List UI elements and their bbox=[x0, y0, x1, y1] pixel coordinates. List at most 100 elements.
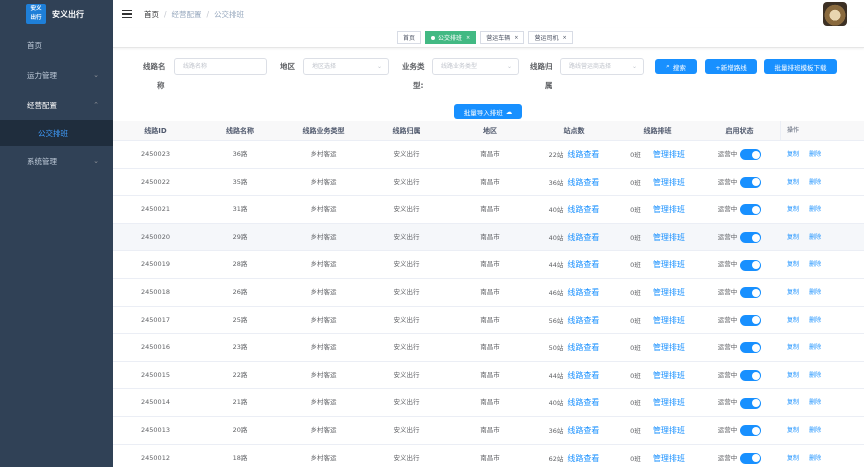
copy-link[interactable]: 复制 bbox=[787, 234, 799, 241]
manage-schedule-link[interactable]: 管理排班 bbox=[653, 205, 685, 214]
delete-link[interactable]: 删除 bbox=[809, 344, 821, 351]
view-route-link[interactable]: 线路查看 bbox=[567, 343, 599, 352]
tag-vehicles[interactable]: 营运车辆 × bbox=[480, 31, 525, 44]
manage-schedule-link[interactable]: 管理排班 bbox=[653, 233, 685, 242]
template-download-button[interactable]: 批量排班模板下载 bbox=[764, 59, 837, 74]
status-toggle[interactable] bbox=[740, 232, 762, 244]
manage-schedule-link[interactable]: 管理排班 bbox=[653, 343, 685, 352]
delete-link[interactable]: 删除 bbox=[809, 206, 821, 213]
status-toggle[interactable] bbox=[740, 370, 762, 382]
view-route-link[interactable]: 线路查看 bbox=[567, 260, 599, 269]
delete-link[interactable]: 删除 bbox=[809, 151, 821, 158]
table-row[interactable]: 2450017 25路 乡村客运 安义出行 南昌市 56站 线路查看 0班 管理… bbox=[113, 306, 864, 335]
table-row[interactable]: 2450022 35路 乡村客运 安义出行 南昌市 36站 线路查看 0班 管理… bbox=[113, 168, 864, 197]
col-route-owner[interactable]: 线路归属 bbox=[365, 121, 448, 141]
col-route-name[interactable]: 线路名称 bbox=[198, 121, 282, 141]
delete-link[interactable]: 删除 bbox=[809, 234, 821, 241]
batch-import-button[interactable]: 批量导入排班 ☁ bbox=[454, 104, 522, 119]
status-toggle[interactable] bbox=[740, 342, 762, 354]
view-route-link[interactable]: 线路查看 bbox=[567, 178, 599, 187]
copy-link[interactable]: 复制 bbox=[787, 344, 799, 351]
table-row[interactable]: 2450014 21路 乡村客运 安义出行 南昌市 40站 线路查看 0班 管理… bbox=[113, 389, 864, 417]
table-row[interactable]: 2450013 20路 乡村客运 安义出行 南昌市 36站 线路查看 0班 管理… bbox=[113, 416, 864, 445]
status-toggle[interactable] bbox=[740, 149, 762, 161]
col-schedule[interactable]: 线路排班 bbox=[616, 121, 699, 141]
tag-bus-schedule[interactable]: 公交排班 × bbox=[425, 31, 477, 44]
view-route-link[interactable]: 线路查看 bbox=[567, 150, 599, 159]
copy-link[interactable]: 复制 bbox=[787, 206, 799, 213]
status-toggle[interactable] bbox=[740, 204, 762, 216]
copy-link[interactable]: 复制 bbox=[787, 427, 799, 434]
route-name-input[interactable]: 线路名称 bbox=[174, 58, 267, 75]
sidebar-item-operation-config[interactable]: 经营配置 ⌃ bbox=[0, 90, 113, 120]
status-toggle[interactable] bbox=[740, 176, 762, 188]
copy-link[interactable]: 复制 bbox=[787, 317, 799, 324]
col-region[interactable]: 地区 bbox=[448, 121, 532, 141]
copy-link[interactable]: 复制 bbox=[787, 399, 799, 406]
delete-link[interactable]: 删除 bbox=[809, 289, 821, 296]
view-route-link[interactable]: 线路查看 bbox=[567, 288, 599, 297]
col-route-id[interactable]: 线路ID bbox=[113, 121, 198, 141]
status-toggle[interactable] bbox=[740, 314, 762, 326]
delete-link[interactable]: 删除 bbox=[809, 179, 821, 186]
status-toggle[interactable] bbox=[740, 397, 762, 409]
manage-schedule-link[interactable]: 管理排班 bbox=[653, 178, 685, 187]
col-stations[interactable]: 站点数 bbox=[532, 121, 616, 141]
delete-link[interactable]: 删除 bbox=[809, 372, 821, 379]
status-toggle[interactable] bbox=[740, 287, 762, 299]
sidebar-item-capacity[interactable]: 运力管理 ⌄ bbox=[0, 60, 113, 90]
table-row[interactable]: 2450016 23路 乡村客运 安义出行 南昌市 50站 线路查看 0班 管理… bbox=[113, 334, 864, 362]
sidebar-item-system[interactable]: 系统管理 ⌄ bbox=[0, 146, 113, 176]
table-row[interactable]: 2450020 29路 乡村客运 安义出行 南昌市 40站 线路查看 0班 管理… bbox=[113, 223, 864, 252]
delete-link[interactable]: 删除 bbox=[809, 427, 821, 434]
table-row[interactable]: 2450019 28路 乡村客运 安义出行 南昌市 44站 线路查看 0班 管理… bbox=[113, 251, 864, 279]
tag-drivers[interactable]: 营运司机 × bbox=[528, 31, 573, 44]
copy-link[interactable]: 复制 bbox=[787, 261, 799, 268]
search-button[interactable]: ⌕ 搜索 bbox=[655, 59, 697, 74]
view-route-link[interactable]: 线路查看 bbox=[567, 398, 599, 407]
status-toggle[interactable] bbox=[740, 259, 762, 271]
table-row[interactable]: 2450012 18路 乡村客运 安义出行 南昌市 62站 线路查看 0班 管理… bbox=[113, 444, 864, 467]
copy-link[interactable]: 复制 bbox=[787, 151, 799, 158]
region-select[interactable]: 地区选择 ⌄ bbox=[303, 58, 389, 75]
delete-link[interactable]: 删除 bbox=[809, 399, 821, 406]
sidebar-item-home[interactable]: 首页 bbox=[0, 30, 113, 60]
sidebar-item-bus-schedule[interactable]: 公交排班 bbox=[0, 120, 113, 146]
manage-schedule-link[interactable]: 管理排班 bbox=[653, 260, 685, 269]
view-route-link[interactable]: 线路查看 bbox=[567, 371, 599, 380]
owner-select[interactable]: 路线营运商选择 ⌄ bbox=[560, 58, 644, 75]
delete-link[interactable]: 删除 bbox=[809, 317, 821, 324]
manage-schedule-link[interactable]: 管理排班 bbox=[653, 398, 685, 407]
copy-link[interactable]: 复制 bbox=[787, 289, 799, 296]
close-icon[interactable]: × bbox=[466, 35, 470, 41]
copy-link[interactable]: 复制 bbox=[787, 179, 799, 186]
view-route-link[interactable]: 线路查看 bbox=[567, 233, 599, 242]
manage-schedule-link[interactable]: 管理排班 bbox=[653, 454, 685, 463]
avatar[interactable] bbox=[823, 2, 847, 26]
manage-schedule-link[interactable]: 管理排班 bbox=[653, 288, 685, 297]
close-icon[interactable]: × bbox=[514, 35, 518, 41]
table-row[interactable]: 2450015 22路 乡村客运 安义出行 南昌市 44站 线路查看 0班 管理… bbox=[113, 361, 864, 390]
tag-home[interactable]: 首页 bbox=[397, 31, 422, 44]
delete-link[interactable]: 删除 bbox=[809, 455, 821, 462]
view-route-link[interactable]: 线路查看 bbox=[567, 316, 599, 325]
status-toggle[interactable] bbox=[740, 425, 762, 437]
hamburger-icon[interactable] bbox=[122, 10, 132, 18]
view-route-link[interactable]: 线路查看 bbox=[567, 454, 599, 463]
manage-schedule-link[interactable]: 管理排班 bbox=[653, 371, 685, 380]
table-row[interactable]: 2450023 36路 乡村客运 安义出行 南昌市 22站 线路查看 0班 管理… bbox=[113, 141, 864, 169]
biz-type-select[interactable]: 线路业务类型 ⌄ bbox=[432, 58, 519, 75]
view-route-link[interactable]: 线路查看 bbox=[567, 205, 599, 214]
col-route-type[interactable]: 线路业务类型 bbox=[282, 121, 365, 141]
table-row[interactable]: 2450021 31路 乡村客运 安义出行 南昌市 40站 线路查看 0班 管理… bbox=[113, 196, 864, 224]
status-toggle[interactable] bbox=[740, 452, 762, 464]
close-icon[interactable]: × bbox=[562, 35, 566, 41]
breadcrumb-item-home[interactable]: 首页 bbox=[144, 9, 159, 20]
manage-schedule-link[interactable]: 管理排班 bbox=[653, 150, 685, 159]
view-route-link[interactable]: 线路查看 bbox=[567, 426, 599, 435]
manage-schedule-link[interactable]: 管理排班 bbox=[653, 316, 685, 325]
add-route-button[interactable]: +新增路线 bbox=[705, 59, 757, 74]
copy-link[interactable]: 复制 bbox=[787, 372, 799, 379]
copy-link[interactable]: 复制 bbox=[787, 455, 799, 462]
table-row[interactable]: 2450018 26路 乡村客运 安义出行 南昌市 46站 线路查看 0班 管理… bbox=[113, 278, 864, 307]
